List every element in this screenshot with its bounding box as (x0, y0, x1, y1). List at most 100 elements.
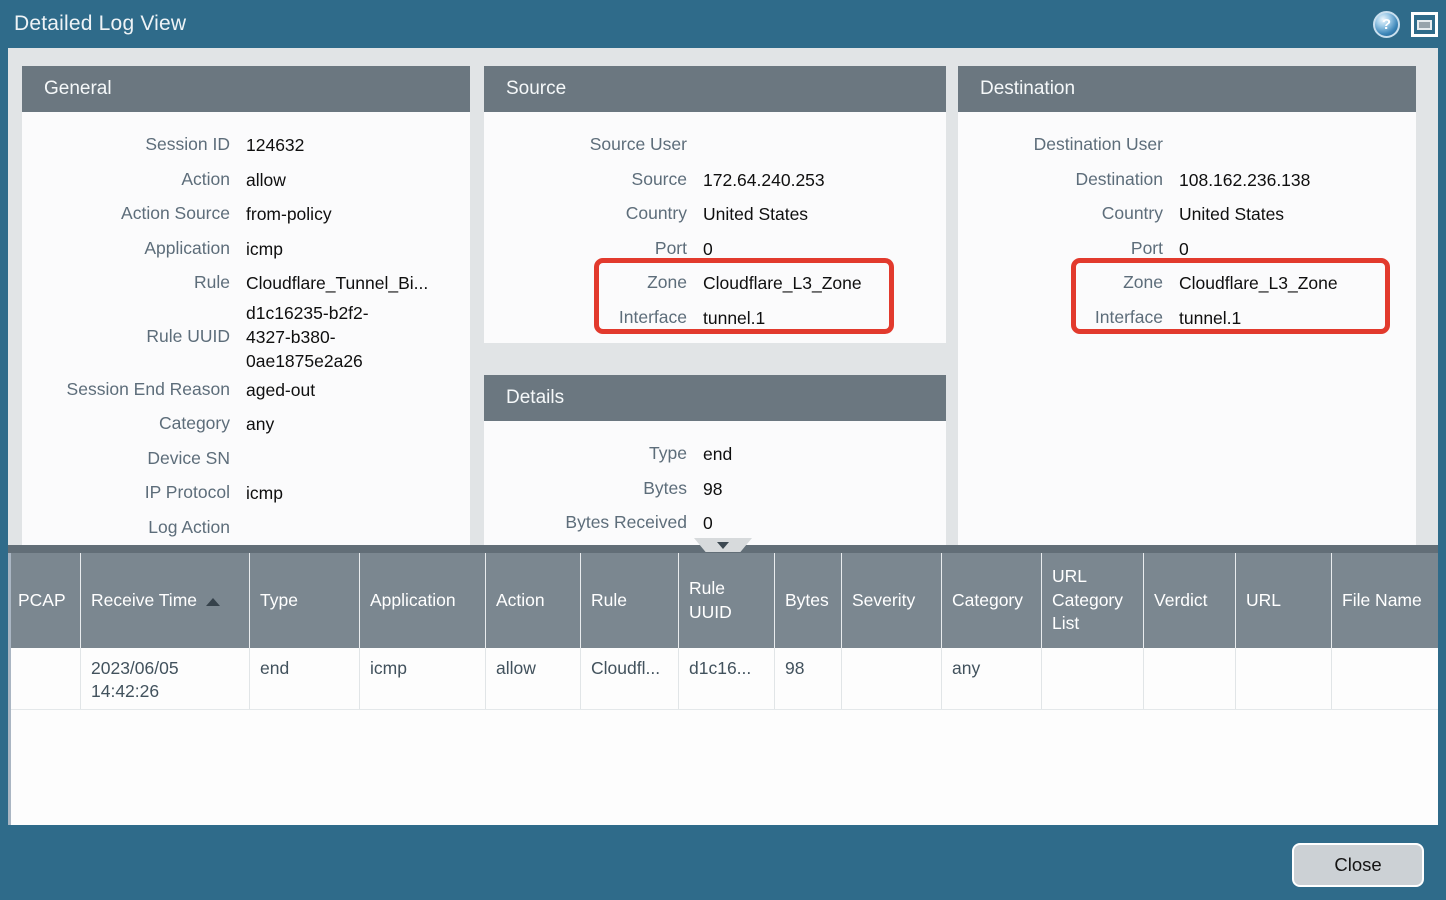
field-row-destination-user: Destination User (958, 128, 1416, 163)
chevron-down-icon (717, 542, 729, 549)
field-label: Session ID (22, 134, 246, 156)
title-bar: Detailed Log View ? (0, 0, 1446, 48)
column-header-severity[interactable]: Severity (842, 553, 942, 648)
cell-file-name (1332, 648, 1438, 709)
field-label: Port (484, 238, 703, 260)
cell-verdict (1144, 648, 1236, 709)
column-header-application[interactable]: Application (360, 553, 486, 648)
field-value: end (703, 442, 946, 466)
field-label: Source (484, 169, 703, 191)
field-label: Source User (484, 134, 703, 156)
field-label: Log Action (22, 517, 246, 539)
field-label: Rule UUID (22, 326, 246, 348)
field-row-session-end-reason: Session End Reason aged-out (22, 373, 470, 408)
field-row-type: Type end (484, 437, 946, 472)
source-column: Source Source User Source 172.64.240.253… (484, 66, 946, 545)
detailed-log-view-dialog: Detailed Log View ? General Session ID 1… (0, 0, 1446, 900)
field-value: icmp (246, 481, 470, 505)
details-panel-body: Type end Bytes 98 Bytes Received 0 (484, 421, 946, 545)
field-row-device-sn: Device SN (22, 442, 470, 477)
field-label: Rule (22, 272, 246, 294)
field-label: Device SN (22, 448, 246, 470)
cell-receive-time: 2023/06/05 14:42:26 (81, 648, 250, 709)
column-header-file-name[interactable]: File Name (1332, 553, 1438, 648)
cell-action: allow (486, 648, 581, 709)
general-panel-header: General (22, 66, 470, 112)
field-row-port: Port 0 (958, 232, 1416, 267)
cell-type: end (250, 648, 360, 709)
collapse-handle[interactable] (694, 538, 752, 552)
field-label: Country (958, 203, 1179, 225)
field-value: any (246, 412, 470, 436)
titlebar-icons: ? (1373, 0, 1438, 48)
close-button[interactable]: Close (1292, 843, 1424, 887)
column-header-pcap[interactable]: PCAP (8, 553, 81, 648)
general-panel-body: Session ID 124632 Action allow Action So… (22, 112, 470, 545)
field-value: 0 (703, 237, 946, 261)
field-value: icmp (246, 237, 470, 261)
field-label: Bytes (484, 478, 703, 500)
log-table-region: PCAP Receive Time Type Application Actio… (8, 545, 1438, 825)
field-row-zone: Zone Cloudflare_L3_Zone (958, 266, 1416, 301)
destination-panel-body: Destination User Destination 108.162.236… (958, 112, 1416, 545)
field-value: 108.162.236.138 (1179, 168, 1416, 192)
column-header-receive-time[interactable]: Receive Time (81, 553, 250, 648)
field-row-source-user: Source User (484, 128, 946, 163)
field-row-port: Port 0 (484, 232, 946, 267)
column-header-rule-uuid[interactable]: Rule UUID (679, 553, 775, 648)
field-label: Interface (958, 307, 1179, 329)
field-value: aged-out (246, 378, 470, 402)
field-value: United States (703, 202, 946, 226)
column-header-rule[interactable]: Rule (581, 553, 679, 648)
panel-destination: Destination Destination User Destination… (958, 66, 1416, 545)
field-row-rule-uuid: Rule UUID d1c16235-b2f2-4327-b380-0ae187… (22, 301, 470, 373)
field-value: from-policy (246, 202, 470, 226)
column-header-action[interactable]: Action (486, 553, 581, 648)
field-label: Destination (958, 169, 1179, 191)
column-header-url-category-list[interactable]: URL Category List (1042, 553, 1144, 648)
help-icon[interactable]: ? (1373, 11, 1400, 38)
field-value: 0 (1179, 237, 1416, 261)
table-header-row: PCAP Receive Time Type Application Actio… (8, 553, 1438, 648)
field-label: Application (22, 238, 246, 260)
column-header-verdict[interactable]: Verdict (1144, 553, 1236, 648)
field-row-source: Source 172.64.240.253 (484, 163, 946, 198)
field-row-action-source: Action Source from-policy (22, 197, 470, 232)
field-row-country: Country United States (958, 197, 1416, 232)
table-row[interactable]: 2023/06/05 14:42:26 end icmp allow Cloud… (8, 648, 1438, 710)
cell-category: any (942, 648, 1042, 709)
destination-panel-header: Destination (958, 66, 1416, 112)
destination-column: Destination Destination User Destination… (958, 66, 1416, 545)
cell-application: icmp (360, 648, 486, 709)
splitter-bar[interactable] (8, 545, 1438, 553)
field-row-destination: Destination 108.162.236.138 (958, 163, 1416, 198)
cell-rule: Cloudfl... (581, 648, 679, 709)
field-label: Action Source (22, 203, 246, 225)
cell-rule-uuid: d1c16... (679, 648, 775, 709)
field-row-interface: Interface tunnel.1 (958, 301, 1416, 336)
field-row-action: Action allow (22, 163, 470, 198)
field-value: tunnel.1 (703, 306, 946, 330)
cell-url-category-list (1042, 648, 1144, 709)
dialog-title: Detailed Log View (0, 12, 186, 36)
field-label: IP Protocol (22, 482, 246, 504)
sort-ascending-icon (206, 598, 220, 606)
column-header-type[interactable]: Type (250, 553, 360, 648)
field-label: Country (484, 203, 703, 225)
field-row-log-action: Log Action (22, 511, 470, 546)
field-label: Interface (484, 307, 703, 329)
column-header-category[interactable]: Category (942, 553, 1042, 648)
field-label: Zone (484, 272, 703, 294)
field-value: allow (246, 168, 470, 192)
field-row-ip-protocol: IP Protocol icmp (22, 476, 470, 511)
window-glyph (1417, 20, 1432, 30)
restore-window-icon[interactable] (1411, 12, 1438, 37)
cell-url (1236, 648, 1332, 709)
general-column: General Session ID 124632 Action allow A… (22, 66, 470, 545)
panel-general: General Session ID 124632 Action allow A… (22, 66, 470, 545)
column-header-bytes[interactable]: Bytes (775, 553, 842, 648)
field-value: Cloudflare_Tunnel_Bi... (246, 271, 470, 295)
field-value: tunnel.1 (1179, 306, 1416, 330)
column-header-url[interactable]: URL (1236, 553, 1332, 648)
dialog-content: General Session ID 124632 Action allow A… (8, 48, 1438, 825)
